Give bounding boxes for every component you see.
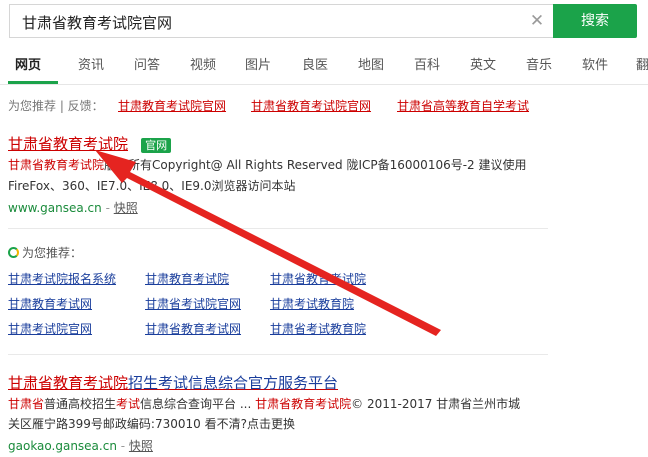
- tab-map[interactable]: 地图: [358, 54, 384, 73]
- result-description-line2: FireFox、360、IE7.0、IE8.0、IE9.0浏览器访问本站: [8, 179, 296, 193]
- result-url-row: gaokao.gansea.cn - 快照: [8, 439, 153, 453]
- recommend-heading: 为您推荐：: [8, 244, 82, 261]
- recommend-link[interactable]: 甘肃省高等教育自学考试: [397, 97, 529, 114]
- official-badge: 官网: [141, 138, 172, 153]
- snapshot-link[interactable]: 快照: [129, 439, 153, 453]
- close-icon[interactable]: ✕: [526, 10, 548, 32]
- search-input[interactable]: [20, 5, 504, 39]
- tab-web[interactable]: 网页: [15, 54, 41, 73]
- recommend-link[interactable]: 甘肃教育考试院官网: [118, 97, 226, 114]
- tab-english[interactable]: 英文: [470, 54, 496, 73]
- desc-highlight: 甘肃省教育考试院: [8, 158, 105, 172]
- recommend-link[interactable]: 甘肃省教育考试院官网: [251, 97, 371, 114]
- result-title-link[interactable]: 甘肃省教育考试院: [8, 135, 128, 153]
- tab-divider: [0, 84, 648, 85]
- recommend-item[interactable]: 甘肃省教育考试院: [270, 270, 366, 287]
- tab-images[interactable]: 图片: [245, 54, 271, 73]
- tab-translate[interactable]: 翻: [636, 54, 648, 73]
- result-url[interactable]: gaokao.gansea.cn: [8, 439, 117, 453]
- result-description-line2: 关区雁宁路399号邮政编码:730010 看不清?点击更换: [8, 417, 295, 431]
- recommend-item[interactable]: 甘肃考试院报名系统: [8, 270, 116, 287]
- tab-qa[interactable]: 问答: [134, 54, 160, 73]
- result-description: 甘肃省普通高校招生考试信息综合查询平台 ... 甘肃省教育考试院© 2011-2…: [8, 397, 521, 411]
- recommend-item[interactable]: 甘肃考试教育院: [270, 295, 354, 312]
- result-url-row: www.gansea.cn - 快照: [8, 201, 138, 215]
- tab-software[interactable]: 软件: [582, 54, 608, 73]
- recommend-bar-label: 为您推荐 | 反馈：: [8, 99, 104, 113]
- recommend-item[interactable]: 甘肃省考试教育院: [270, 320, 366, 337]
- tab-bar: 网页 资讯 问答 视频 图片 良医 地图 百科 英文 音乐 软件 翻: [0, 54, 648, 84]
- snapshot-link[interactable]: 快照: [114, 201, 138, 215]
- tab-music[interactable]: 音乐: [526, 54, 552, 73]
- search-button[interactable]: 搜索: [553, 4, 637, 38]
- result-title-row: 甘肃省教育考试院 官网: [8, 133, 172, 154]
- result-title-row: 甘肃省教育考试院招生考试信息综合官方服务平台: [8, 372, 338, 393]
- tab-news[interactable]: 资讯: [78, 54, 104, 73]
- recommend-item[interactable]: 甘肃教育考试院: [145, 270, 229, 287]
- tab-doctor[interactable]: 良医: [302, 54, 328, 73]
- recommend-item[interactable]: 甘肃省教育考试网: [145, 320, 241, 337]
- divider: [8, 354, 548, 355]
- result-description: 甘肃省教育考试院版权所有Copyright@ All Rights Reserv…: [8, 155, 527, 176]
- tab-video[interactable]: 视频: [190, 54, 216, 73]
- result-url[interactable]: www.gansea.cn: [8, 201, 102, 215]
- recommend-item[interactable]: 甘肃考试院官网: [8, 320, 92, 337]
- search-box: ✕: [9, 4, 560, 39]
- recommend-item[interactable]: 甘肃省考试院官网: [145, 295, 241, 312]
- recommend-icon: [8, 247, 19, 258]
- recommend-item[interactable]: 甘肃教育考试网: [8, 295, 92, 312]
- result-title-link[interactable]: 甘肃省教育考试院招生考试信息综合官方服务平台: [8, 374, 338, 392]
- desc-text: 版权所有Copyright@ All Rights Reserved 陇ICP备…: [104, 158, 527, 172]
- tab-baike[interactable]: 百科: [414, 54, 440, 73]
- divider: [8, 228, 548, 229]
